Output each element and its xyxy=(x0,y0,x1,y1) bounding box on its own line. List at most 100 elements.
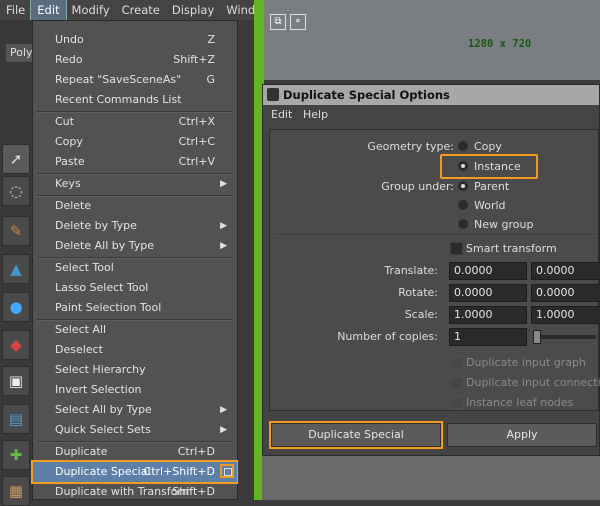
rotate-x-field[interactable]: 0.0000 xyxy=(449,284,527,302)
select-tool-icon[interactable]: ➚ xyxy=(2,144,30,174)
menu-item-select-hierarchy[interactable]: Select Hierarchy xyxy=(33,360,237,380)
submenu-arrow-icon: ▶ xyxy=(220,425,227,435)
translate-x-field[interactable]: 0.0000 xyxy=(449,262,527,280)
group-under-label: Group under: xyxy=(381,180,454,193)
menu-item-delete[interactable]: Delete xyxy=(33,196,237,216)
menu-item-shortcut: Ctrl+Shift+D xyxy=(143,465,215,478)
move-tool-icon[interactable]: ▲ xyxy=(2,254,30,284)
shelf-tab-poly[interactable]: Poly xyxy=(6,44,33,62)
radio-world[interactable] xyxy=(458,200,468,210)
menu-item-label: Select Tool xyxy=(55,261,114,274)
menu-item-select-all-by-type[interactable]: Select All by Type ▶ xyxy=(33,400,237,420)
maya-app-icon xyxy=(267,88,279,101)
menu-item-redo[interactable]: Redo Shift+Z xyxy=(33,50,237,70)
soft-mod-icon[interactable]: ▤ xyxy=(2,404,30,434)
menu-item-label: Delete by Type xyxy=(55,219,137,232)
edit-menu: Undo Z Redo Shift+Z Repeat "SaveSceneAs" G Rec… xyxy=(31,20,239,502)
menu-item-undo[interactable]: Undo Z xyxy=(33,30,237,50)
viewport[interactable]: ⧉ ⚬ xyxy=(264,0,600,80)
paint-select-icon[interactable]: ✎ xyxy=(2,216,30,246)
last-tool-icon[interactable]: ▦ xyxy=(2,476,30,506)
geometry-type-label: Geometry type: xyxy=(367,140,454,153)
scale-tool-icon[interactable]: ◆ xyxy=(2,330,30,360)
submenu-arrow-icon: ▶ xyxy=(220,241,227,251)
menu-item-label: Deselect xyxy=(55,343,103,356)
menu-item-delete-by-type[interactable]: Delete by Type ▶ xyxy=(33,216,237,236)
menu-item-label: Select Hierarchy xyxy=(55,363,146,376)
menu-item-paste[interactable]: Paste Ctrl+V xyxy=(33,152,237,172)
dialog-title: Duplicate Special Options xyxy=(283,88,450,102)
menu-item-deselect[interactable]: Deselect xyxy=(33,340,237,360)
radio-parent[interactable] xyxy=(458,181,468,191)
menu-item-keys[interactable]: Keys ▶ xyxy=(33,174,237,194)
lasso-tool-icon[interactable]: ◌ xyxy=(2,176,30,206)
translate-y-field[interactable]: 0.0000 xyxy=(531,262,600,280)
menu-item-paint-selection-tool[interactable]: Paint Selection Tool xyxy=(33,298,237,318)
menu-item-repeat-last[interactable]: Repeat "SaveSceneAs" G xyxy=(33,70,237,90)
menu-item-label: Cut xyxy=(55,115,74,128)
menu-item-duplicate[interactable]: Duplicate Ctrl+D xyxy=(33,442,237,462)
menu-file[interactable]: File xyxy=(0,0,31,20)
separator xyxy=(276,234,596,236)
smart-transform-checkbox[interactable] xyxy=(450,242,463,255)
menu-display[interactable]: Display xyxy=(166,0,220,20)
copies-field[interactable]: 1 xyxy=(449,328,527,346)
rotate-y-field[interactable]: 0.0000 xyxy=(531,284,600,302)
menu-item-select-tool[interactable]: Select Tool xyxy=(33,258,237,278)
menu-item-label: Select All by Type xyxy=(55,403,152,416)
menu-item-label: Copy xyxy=(55,135,83,148)
menu-item-shortcut: Ctrl+C xyxy=(178,135,215,148)
menu-item-cut[interactable]: Cut Ctrl+X xyxy=(33,112,237,132)
duplicate-input-graph-checkbox[interactable] xyxy=(450,356,463,369)
copies-slider-track[interactable] xyxy=(534,335,596,339)
submenu-arrow-icon: ▶ xyxy=(220,221,227,231)
dialog-titlebar[interactable]: Duplicate Special Options xyxy=(263,85,599,105)
dialog-menu-help[interactable]: Help xyxy=(303,108,328,121)
radio-world-label: World xyxy=(474,199,506,212)
menu-item-recent-commands[interactable]: Recent Commands List xyxy=(33,90,237,110)
menu-item-duplicate-with-transform[interactable]: Duplicate with Transform Shift+D xyxy=(33,482,237,502)
copies-slider-thumb[interactable] xyxy=(533,330,541,344)
submenu-arrow-icon: ▶ xyxy=(220,179,227,189)
duplicate-input-graph-label: Duplicate input graph xyxy=(466,356,586,369)
menu-item-label: Paint Selection Tool xyxy=(55,301,162,314)
radio-new-group[interactable] xyxy=(458,219,468,229)
rotate-tool-icon[interactable]: ● xyxy=(2,292,30,322)
menu-item-shortcut: Ctrl+D xyxy=(177,445,215,458)
scale-x-field[interactable]: 1.0000 xyxy=(449,306,527,324)
instance-leaf-nodes-checkbox[interactable] xyxy=(450,396,463,409)
dialog-menu-edit[interactable]: Edit xyxy=(271,108,292,121)
menu-item-label: Invert Selection xyxy=(55,383,142,396)
camera-icon[interactable]: ⧉ xyxy=(270,14,286,30)
menu-create[interactable]: Create xyxy=(116,0,166,20)
radio-copy[interactable] xyxy=(458,141,468,151)
apply-button[interactable]: Apply xyxy=(447,423,597,447)
menu-modify[interactable]: Modify xyxy=(66,0,116,20)
menu-item-label: Quick Select Sets xyxy=(55,423,151,436)
menu-item-quick-select-sets[interactable]: Quick Select Sets ▶ xyxy=(33,420,237,440)
duplicate-input-connections-checkbox[interactable] xyxy=(450,376,463,389)
options-panel: Geometry type: Copy Instance Group under… xyxy=(269,129,600,411)
show-manipulator-icon[interactable]: ✚ xyxy=(2,440,30,470)
radio-instance[interactable] xyxy=(458,161,468,171)
menu-edit[interactable]: Edit xyxy=(30,0,67,21)
share-icon[interactable]: ⚬ xyxy=(290,14,306,30)
viewport-bottom[interactable] xyxy=(262,456,600,500)
menu-item-copy[interactable]: Copy Ctrl+C xyxy=(33,132,237,152)
option-box-icon[interactable] xyxy=(220,464,234,478)
menu-item-invert-selection[interactable]: Invert Selection xyxy=(33,380,237,400)
menu-item-lasso-select-tool[interactable]: Lasso Select Tool xyxy=(33,278,237,298)
scale-y-field[interactable]: 1.0000 xyxy=(531,306,600,324)
menu-item-label: Keys xyxy=(55,177,81,190)
menu-item-label: Delete xyxy=(55,199,92,212)
menu-item-delete-all-by-type[interactable]: Delete All by Type ▶ xyxy=(33,236,237,256)
dialog-menubar: Edit Help xyxy=(263,105,599,125)
menu-item-shortcut: Shift+Z xyxy=(173,53,215,66)
menu-item-select-all[interactable]: Select All xyxy=(33,320,237,340)
menu-item-label: Duplicate Special xyxy=(55,465,151,478)
universal-manipulator-icon[interactable]: ▣ xyxy=(2,366,30,396)
scale-label: Scale: xyxy=(404,308,438,321)
radio-instance-label: Instance xyxy=(474,160,521,173)
menu-item-duplicate-special[interactable]: Duplicate Special Ctrl+Shift+D xyxy=(31,460,239,484)
duplicate-special-button[interactable]: Duplicate Special xyxy=(269,421,443,449)
